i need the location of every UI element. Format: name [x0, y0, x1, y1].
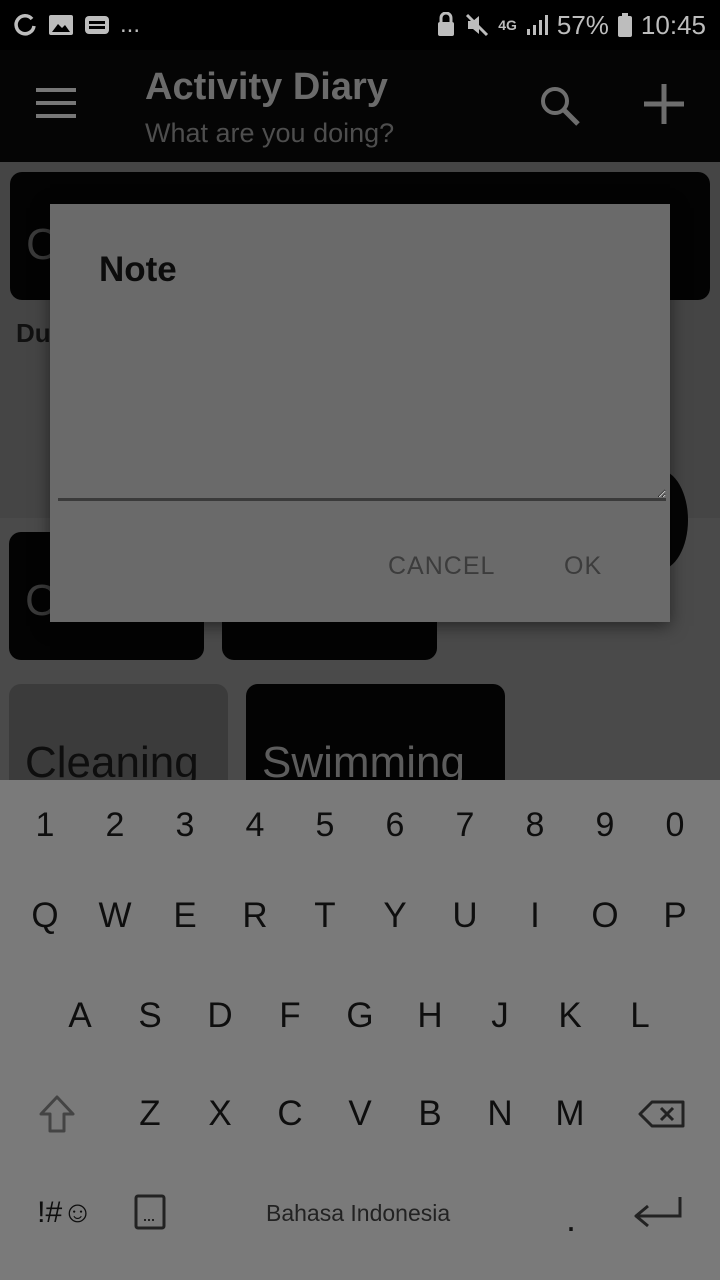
shift-arrow-icon[interactable]	[38, 1094, 76, 1134]
key-m[interactable]: M	[540, 1094, 600, 1134]
key-c[interactable]: C	[260, 1094, 320, 1134]
battery-icon	[617, 13, 632, 37]
key-d[interactable]: D	[190, 996, 250, 1036]
key-0[interactable]: 0	[645, 806, 705, 845]
network-type: 4G	[498, 17, 517, 33]
add-icon[interactable]	[640, 80, 688, 128]
period-key[interactable]: .	[566, 1198, 576, 1240]
key-1[interactable]: 1	[15, 806, 75, 845]
signal-icon	[526, 15, 548, 35]
clock: 10:45	[640, 9, 706, 40]
key-q[interactable]: Q	[15, 896, 75, 936]
key-h[interactable]: H	[400, 996, 460, 1036]
lock-icon	[438, 12, 455, 36]
key-4[interactable]: 4	[225, 806, 285, 845]
key-o[interactable]: O	[575, 896, 635, 936]
key-n[interactable]: N	[470, 1094, 530, 1134]
symbols-key[interactable]: !#☺	[30, 1196, 100, 1230]
spacebar-language[interactable]: Bahasa Indonesia	[266, 1200, 450, 1227]
key-y[interactable]: Y	[365, 896, 425, 936]
inbox-icon	[85, 16, 109, 34]
key-g[interactable]: G	[330, 996, 390, 1036]
app-title: Activity Diary	[145, 66, 388, 108]
sync-icon	[14, 14, 36, 36]
ok-button[interactable]: OK	[564, 552, 602, 581]
duration-label: Du	[16, 318, 51, 348]
key-8[interactable]: 8	[505, 806, 565, 845]
clipboard-icon[interactable]	[134, 1194, 166, 1230]
key-z[interactable]: Z	[120, 1094, 180, 1134]
key-a[interactable]: A	[50, 996, 110, 1036]
soft-keyboard: 1 2 3 4 5 6 7 8 9 0 Q W E R T Y U I O P …	[0, 780, 720, 1280]
key-5[interactable]: 5	[295, 806, 355, 845]
key-s[interactable]: S	[120, 996, 180, 1036]
dialog-title: Note	[99, 250, 177, 289]
key-r[interactable]: R	[225, 896, 285, 936]
key-p[interactable]: P	[645, 896, 705, 936]
cancel-button[interactable]: CANCEL	[388, 552, 495, 581]
overflow-indicator: ...	[120, 11, 141, 38]
key-k[interactable]: K	[540, 996, 600, 1036]
key-i[interactable]: I	[505, 896, 565, 936]
battery-percent: 57%	[556, 9, 609, 40]
search-icon[interactable]	[538, 84, 582, 128]
key-6[interactable]: 6	[365, 806, 425, 845]
mute-icon	[466, 13, 489, 37]
key-t[interactable]: T	[295, 896, 355, 936]
key-9[interactable]: 9	[575, 806, 635, 845]
note-input[interactable]	[58, 314, 666, 501]
key-e[interactable]: E	[155, 896, 215, 936]
key-7[interactable]: 7	[435, 806, 495, 845]
key-w[interactable]: W	[85, 896, 145, 936]
key-x[interactable]: X	[190, 1094, 250, 1134]
key-l[interactable]: L	[610, 996, 670, 1036]
app-subtitle: What are you doing?	[145, 118, 395, 148]
key-v[interactable]: V	[330, 1094, 390, 1134]
key-f[interactable]: F	[260, 996, 320, 1036]
app-bar: Activity Diary What are you doing?	[0, 50, 720, 162]
activity-tile-swimming[interactable]: Swimming	[246, 684, 505, 794]
key-j[interactable]: J	[470, 996, 530, 1036]
enter-icon[interactable]	[632, 1194, 684, 1230]
image-icon	[49, 15, 73, 35]
key-u[interactable]: U	[435, 896, 495, 936]
key-2[interactable]: 2	[85, 806, 145, 845]
activity-tile-cleaning[interactable]: Cleaning	[9, 684, 228, 794]
key-3[interactable]: 3	[155, 806, 215, 845]
key-b[interactable]: B	[400, 1094, 460, 1134]
note-dialog: Note CANCEL OK	[50, 204, 670, 622]
menu-icon[interactable]	[36, 88, 76, 118]
status-bar: ... 4G 57% 10:45	[0, 0, 720, 50]
backspace-icon[interactable]	[638, 1100, 686, 1128]
